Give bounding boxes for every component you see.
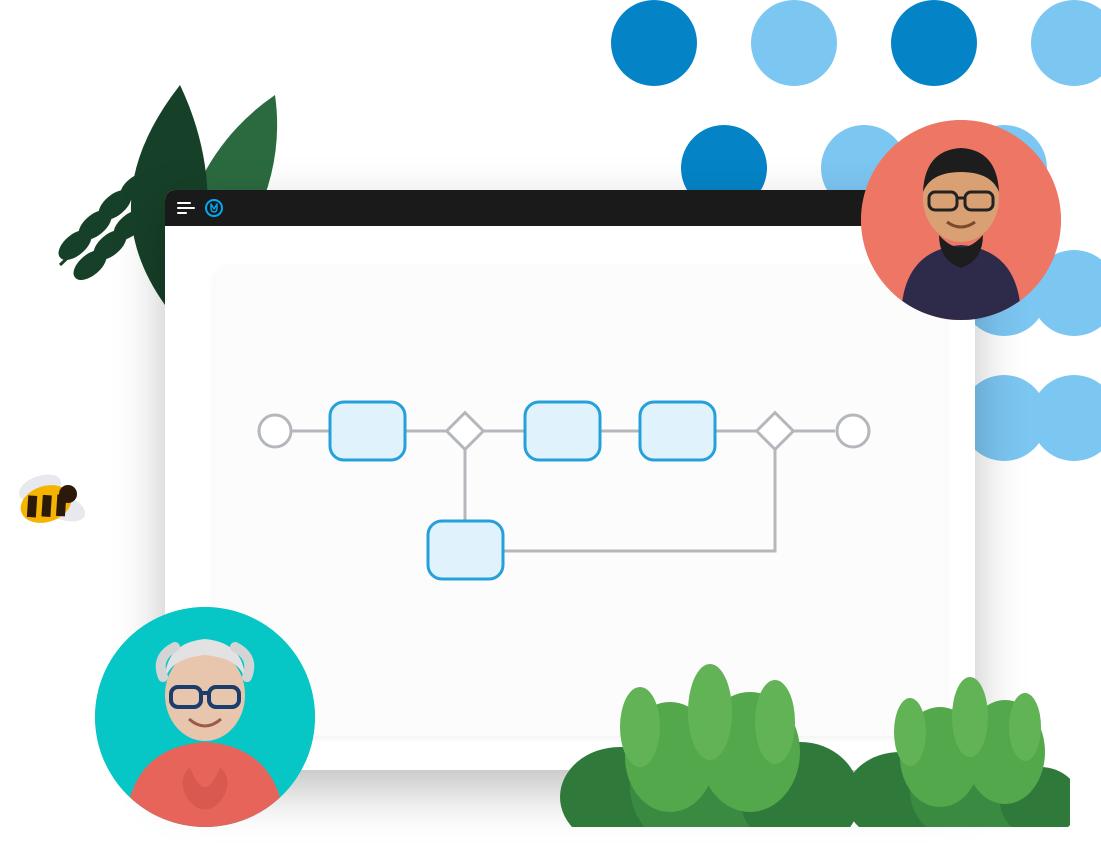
titlebar	[165, 190, 975, 226]
flow-gateway-node[interactable]	[447, 413, 484, 450]
avatar	[95, 607, 315, 827]
flow-task-node[interactable]	[640, 402, 715, 460]
flow-task-node[interactable]	[428, 521, 503, 579]
flow-gateway-node[interactable]	[757, 413, 794, 450]
decorative-bush	[560, 657, 860, 827]
flow-start-node[interactable]	[259, 415, 291, 447]
flow-task-node[interactable]	[330, 402, 405, 460]
flow-diagram	[255, 386, 905, 646]
decorative-bee-icon	[2, 460, 102, 540]
avatar	[861, 120, 1061, 320]
decorative-bush	[840, 677, 1070, 827]
flow-end-node[interactable]	[837, 415, 869, 447]
flow-task-node[interactable]	[525, 402, 600, 460]
menu-icon[interactable]	[177, 202, 195, 214]
mulesoft-logo-icon	[205, 199, 223, 217]
